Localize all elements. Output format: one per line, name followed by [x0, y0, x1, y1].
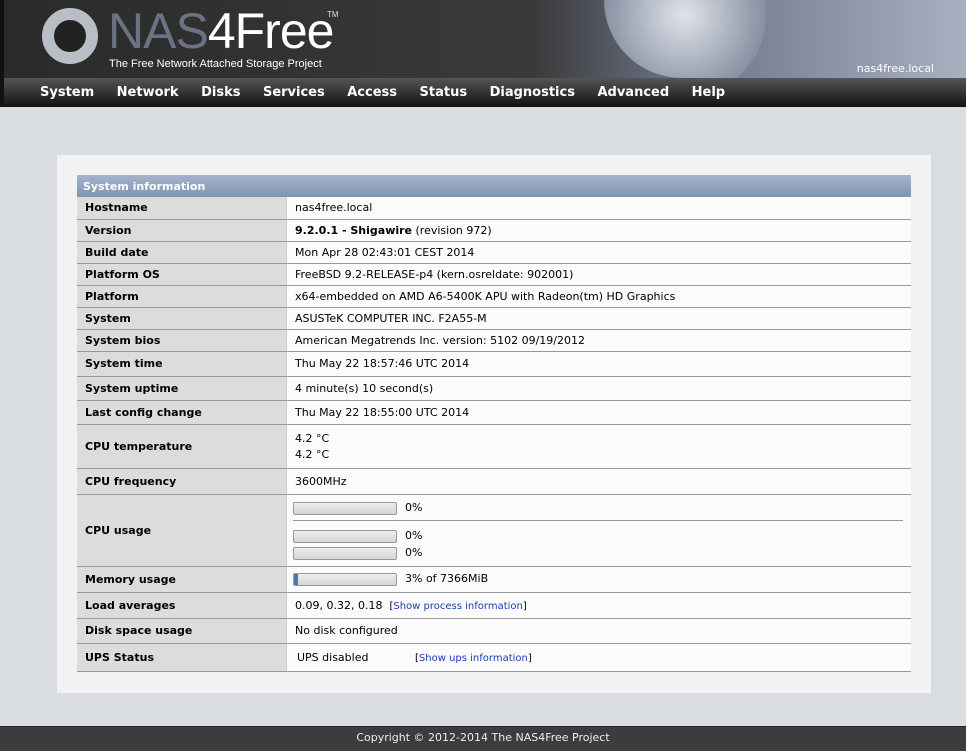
label: Build date	[77, 241, 287, 263]
logo: NAS4Free	[108, 2, 333, 60]
show-process-link[interactable]: Show process information	[393, 601, 522, 612]
row-cpu-usage: CPU usage 0% 0% 0%	[77, 494, 911, 566]
nav-services[interactable]: Services	[263, 78, 325, 107]
version-number: 9.2.0.1 - Shigawire	[295, 224, 412, 237]
header-banner: NAS4Free TM The Free Network Attached St…	[0, 0, 966, 78]
value: 0.09, 0.32, 0.18 [Show process informati…	[287, 592, 912, 618]
value: Thu May 22 18:55:00 UTC 2014	[287, 400, 912, 424]
nav-advanced[interactable]: Advanced	[597, 78, 669, 107]
value: 4.2 °C 4.2 °C	[287, 424, 912, 468]
row-platform-os: Platform OSFreeBSD 9.2-RELEASE-p4 (kern.…	[77, 263, 911, 285]
percent-text: 0%	[405, 529, 422, 542]
progress-bar	[293, 547, 397, 560]
nav-system[interactable]: System	[40, 78, 94, 107]
nav-network[interactable]: Network	[117, 78, 179, 107]
value: Mon Apr 28 02:43:01 CEST 2014	[287, 241, 912, 263]
footer: Copyright © 2012-2014 The NAS4Free Proje…	[0, 726, 966, 751]
value: 4 minute(s) 10 second(s)	[287, 376, 912, 400]
row-cpu-freq: CPU frequency3600MHz	[77, 468, 911, 494]
value: 3% of 7366MiB	[287, 566, 912, 592]
label: System uptime	[77, 376, 287, 400]
row-last-config: Last config changeThu May 22 18:55:00 UT…	[77, 400, 911, 424]
divider	[293, 520, 903, 521]
main-nav: System Network Disks Services Access Sta…	[0, 78, 966, 107]
table-title: System information	[77, 175, 911, 197]
content-panel: System information Hostnamenas4free.loca…	[57, 155, 931, 693]
progress-bar	[293, 502, 397, 515]
cpu-core-1-usage: 0%	[293, 546, 903, 559]
value: 9.2.0.1 - Shigawire (revision 972)	[287, 219, 912, 241]
label: Last config change	[77, 400, 287, 424]
show-ups-link[interactable]: Show ups information	[419, 653, 528, 664]
label: CPU usage	[77, 494, 287, 566]
row-system: SystemASUSTeK COMPUTER INC. F2A55-M	[77, 307, 911, 329]
nav-status[interactable]: Status	[420, 78, 468, 107]
value: x64-embedded on AMD A6-5400K APU with Ra…	[287, 285, 912, 307]
label: Load averages	[77, 592, 287, 618]
label: System time	[77, 351, 287, 376]
tagline: The Free Network Attached Storage Projec…	[109, 58, 322, 70]
label: System	[77, 307, 287, 329]
row-version: Version9.2.0.1 - Shigawire (revision 972…	[77, 219, 911, 241]
memory-text: 3% of 7366MiB	[405, 572, 488, 585]
cpu-core-0-usage: 0%	[293, 529, 903, 542]
cpu-total-usage: 0%	[293, 501, 903, 514]
logo-icon	[42, 8, 98, 64]
trademark: TM	[327, 10, 339, 19]
nav-access[interactable]: Access	[347, 78, 397, 107]
nav-disks[interactable]: Disks	[201, 78, 240, 107]
revision: (revision 972)	[412, 224, 492, 237]
value: No disk configured	[287, 618, 912, 643]
row-memory: Memory usage 3% of 7366MiB	[77, 566, 911, 592]
label: Disk space usage	[77, 618, 287, 643]
system-info-table: System information Hostnamenas4free.loca…	[77, 175, 911, 672]
hard-disk-image	[604, 0, 804, 78]
row-bios: System biosAmerican Megatrends Inc. vers…	[77, 329, 911, 351]
label: Platform OS	[77, 263, 287, 285]
header-hostname: nas4free.local	[857, 62, 934, 75]
label: UPS Status	[77, 643, 287, 671]
progress-bar	[293, 530, 397, 543]
label: Version	[77, 219, 287, 241]
label: Platform	[77, 285, 287, 307]
value: ASUSTeK COMPUTER INC. F2A55-M	[287, 307, 912, 329]
nav-help[interactable]: Help	[692, 78, 725, 107]
label: Hostname	[77, 197, 287, 219]
row-disk: Disk space usageNo disk configured	[77, 618, 911, 643]
label: System bios	[77, 329, 287, 351]
load-values: 0.09, 0.32, 0.18	[295, 599, 382, 612]
label: CPU temperature	[77, 424, 287, 468]
cpu-temp-0: 4.2 °C	[295, 432, 903, 445]
value: UPS disabled[Show ups information]	[287, 643, 912, 671]
value: 0% 0% 0%	[287, 494, 912, 566]
row-cpu-temp: CPU temperature 4.2 °C 4.2 °C	[77, 424, 911, 468]
value: Thu May 22 18:57:46 UTC 2014	[287, 351, 912, 376]
ups-status: UPS disabled	[295, 651, 415, 664]
row-build-date: Build dateMon Apr 28 02:43:01 CEST 2014	[77, 241, 911, 263]
cpu-temp-1: 4.2 °C	[295, 448, 903, 461]
memory-bar	[293, 573, 397, 586]
label: CPU frequency	[77, 468, 287, 494]
row-hostname: Hostnamenas4free.local	[77, 197, 911, 219]
row-ups: UPS StatusUPS disabled[Show ups informat…	[77, 643, 911, 671]
nav-diagnostics[interactable]: Diagnostics	[490, 78, 575, 107]
row-uptime: System uptime4 minute(s) 10 second(s)	[77, 376, 911, 400]
percent-text: 0%	[405, 546, 422, 559]
value: nas4free.local	[287, 197, 912, 219]
row-platform: Platformx64-embedded on AMD A6-5400K APU…	[77, 285, 911, 307]
value: American Megatrends Inc. version: 5102 0…	[287, 329, 912, 351]
label: Memory usage	[77, 566, 287, 592]
value: FreeBSD 9.2-RELEASE-p4 (kern.osreldate: …	[287, 263, 912, 285]
row-load: Load averages0.09, 0.32, 0.18 [Show proc…	[77, 592, 911, 618]
row-system-time: System timeThu May 22 18:57:46 UTC 2014	[77, 351, 911, 376]
percent-text: 0%	[405, 501, 422, 514]
progress-fill	[294, 574, 298, 585]
value: 3600MHz	[287, 468, 912, 494]
